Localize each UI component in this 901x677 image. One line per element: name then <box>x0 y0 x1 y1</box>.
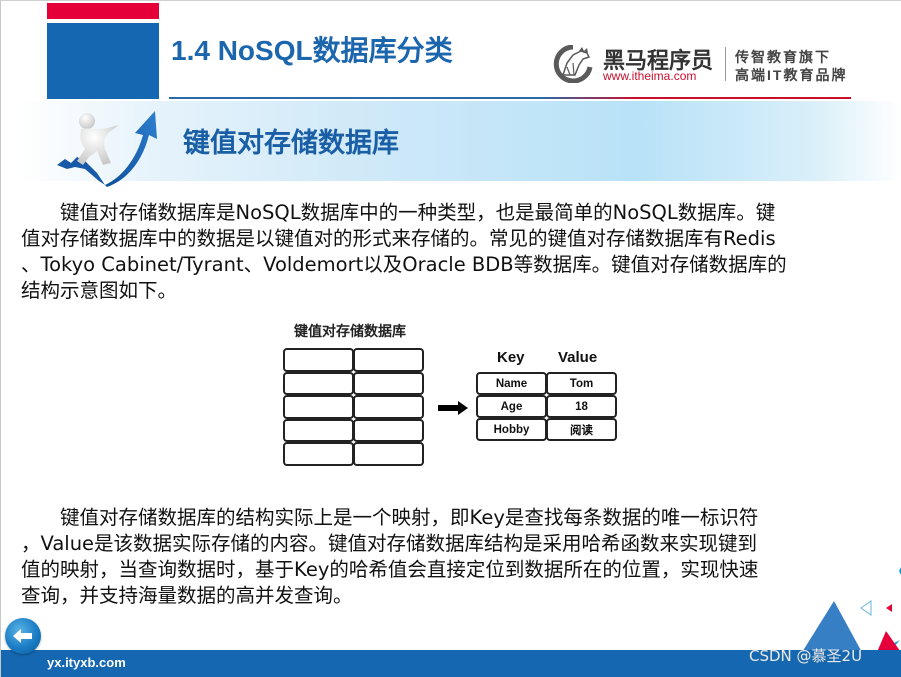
brand-url[interactable]: www.itheima.com <box>603 69 696 83</box>
db-cell <box>353 418 424 442</box>
db-grid <box>283 348 425 466</box>
paragraph-line: ，Value是该数据实际存储的内容。键值对存储数据库结构是采用哈希函数来实现键到 <box>21 532 758 555</box>
db-cell <box>283 418 354 442</box>
paragraph-line: 结构示意图如下。 <box>21 279 178 302</box>
db-cell <box>353 371 424 395</box>
paragraph-line: 、Tokyo Cabinet/Tyrant、Voldemort以及Oracle … <box>21 253 787 276</box>
db-cell <box>353 395 424 419</box>
triangle-outline-icon <box>860 600 872 616</box>
footer-url[interactable]: yx.ityxb.com <box>47 655 126 670</box>
surfer-arrow-icon <box>57 111 157 187</box>
brand-tagline-2: 高端IT教育品牌 <box>735 67 848 83</box>
db-row <box>283 418 425 442</box>
back-arrow-icon <box>13 629 32 643</box>
kv-row: Hobby 阅读 <box>476 418 618 441</box>
db-row <box>283 395 425 419</box>
brand-tagline-1: 传智教育旗下 <box>735 49 831 65</box>
header-red-bar <box>47 3 159 19</box>
right-arrow-icon <box>438 401 468 415</box>
horse-head-logo-icon <box>553 45 593 83</box>
paragraph-line: 值对存储数据库中的数据是以键值对的形式来存储的。常见的键值对存储数据库有Redi… <box>21 227 776 250</box>
db-cell <box>353 348 424 372</box>
page-title: 1.4 NoSQL数据库分类 <box>171 35 453 66</box>
kv-value-cell: 18 <box>546 395 617 418</box>
logo-divider <box>725 47 726 81</box>
diagram-db-title: 键值对存储数据库 <box>294 323 406 339</box>
kv-header-key: Key <box>497 349 525 366</box>
triangle-small-red-icon <box>886 604 892 612</box>
kv-value-cell: Tom <box>546 372 617 395</box>
db-row <box>283 371 425 395</box>
brand-logo: 黑马程序员 www.itheima.com 传智教育旗下 高端IT教育品牌 <box>547 39 847 89</box>
intro-paragraph: 键值对存储数据库是NoSQL数据库中的一种类型，也是最简单的NoSQL数据库。键… <box>21 200 896 304</box>
db-cell <box>283 348 354 372</box>
back-button[interactable] <box>5 618 41 654</box>
header-divider-red <box>541 97 851 99</box>
slide: 1.4 NoSQL数据库分类 黑马程序员 www.itheima.com 传智教… <box>0 0 901 677</box>
header-divider-blue <box>169 97 541 99</box>
kv-row: Age 18 <box>476 395 618 418</box>
watermark: CSDN @慕圣2U <box>749 647 863 665</box>
kv-key-cell: Name <box>476 372 547 395</box>
header-blue-block <box>47 23 159 99</box>
kv-header-value: Value <box>558 349 598 366</box>
db-cell <box>283 442 354 466</box>
db-row <box>283 442 425 466</box>
db-cell <box>353 442 424 466</box>
section-title: 键值对存储数据库 <box>183 128 399 158</box>
db-cell <box>283 395 354 419</box>
db-cell <box>283 371 354 395</box>
paragraph-line: 键值对存储数据库的结构实际上是一个映射，即Key是查找每条数据的唯一标识符 <box>21 506 759 529</box>
db-row <box>283 348 425 372</box>
kv-table: Name Tom Age 18 Hobby 阅读 <box>476 372 618 441</box>
kv-value-cell: 阅读 <box>546 418 617 441</box>
kv-row: Name Tom <box>476 372 618 395</box>
kv-key-cell: Age <box>476 395 547 418</box>
paragraph-line: 键值对存储数据库是NoSQL数据库中的一种类型，也是最简单的NoSQL数据库。键 <box>21 201 776 224</box>
kv-key-cell: Hobby <box>476 418 547 441</box>
